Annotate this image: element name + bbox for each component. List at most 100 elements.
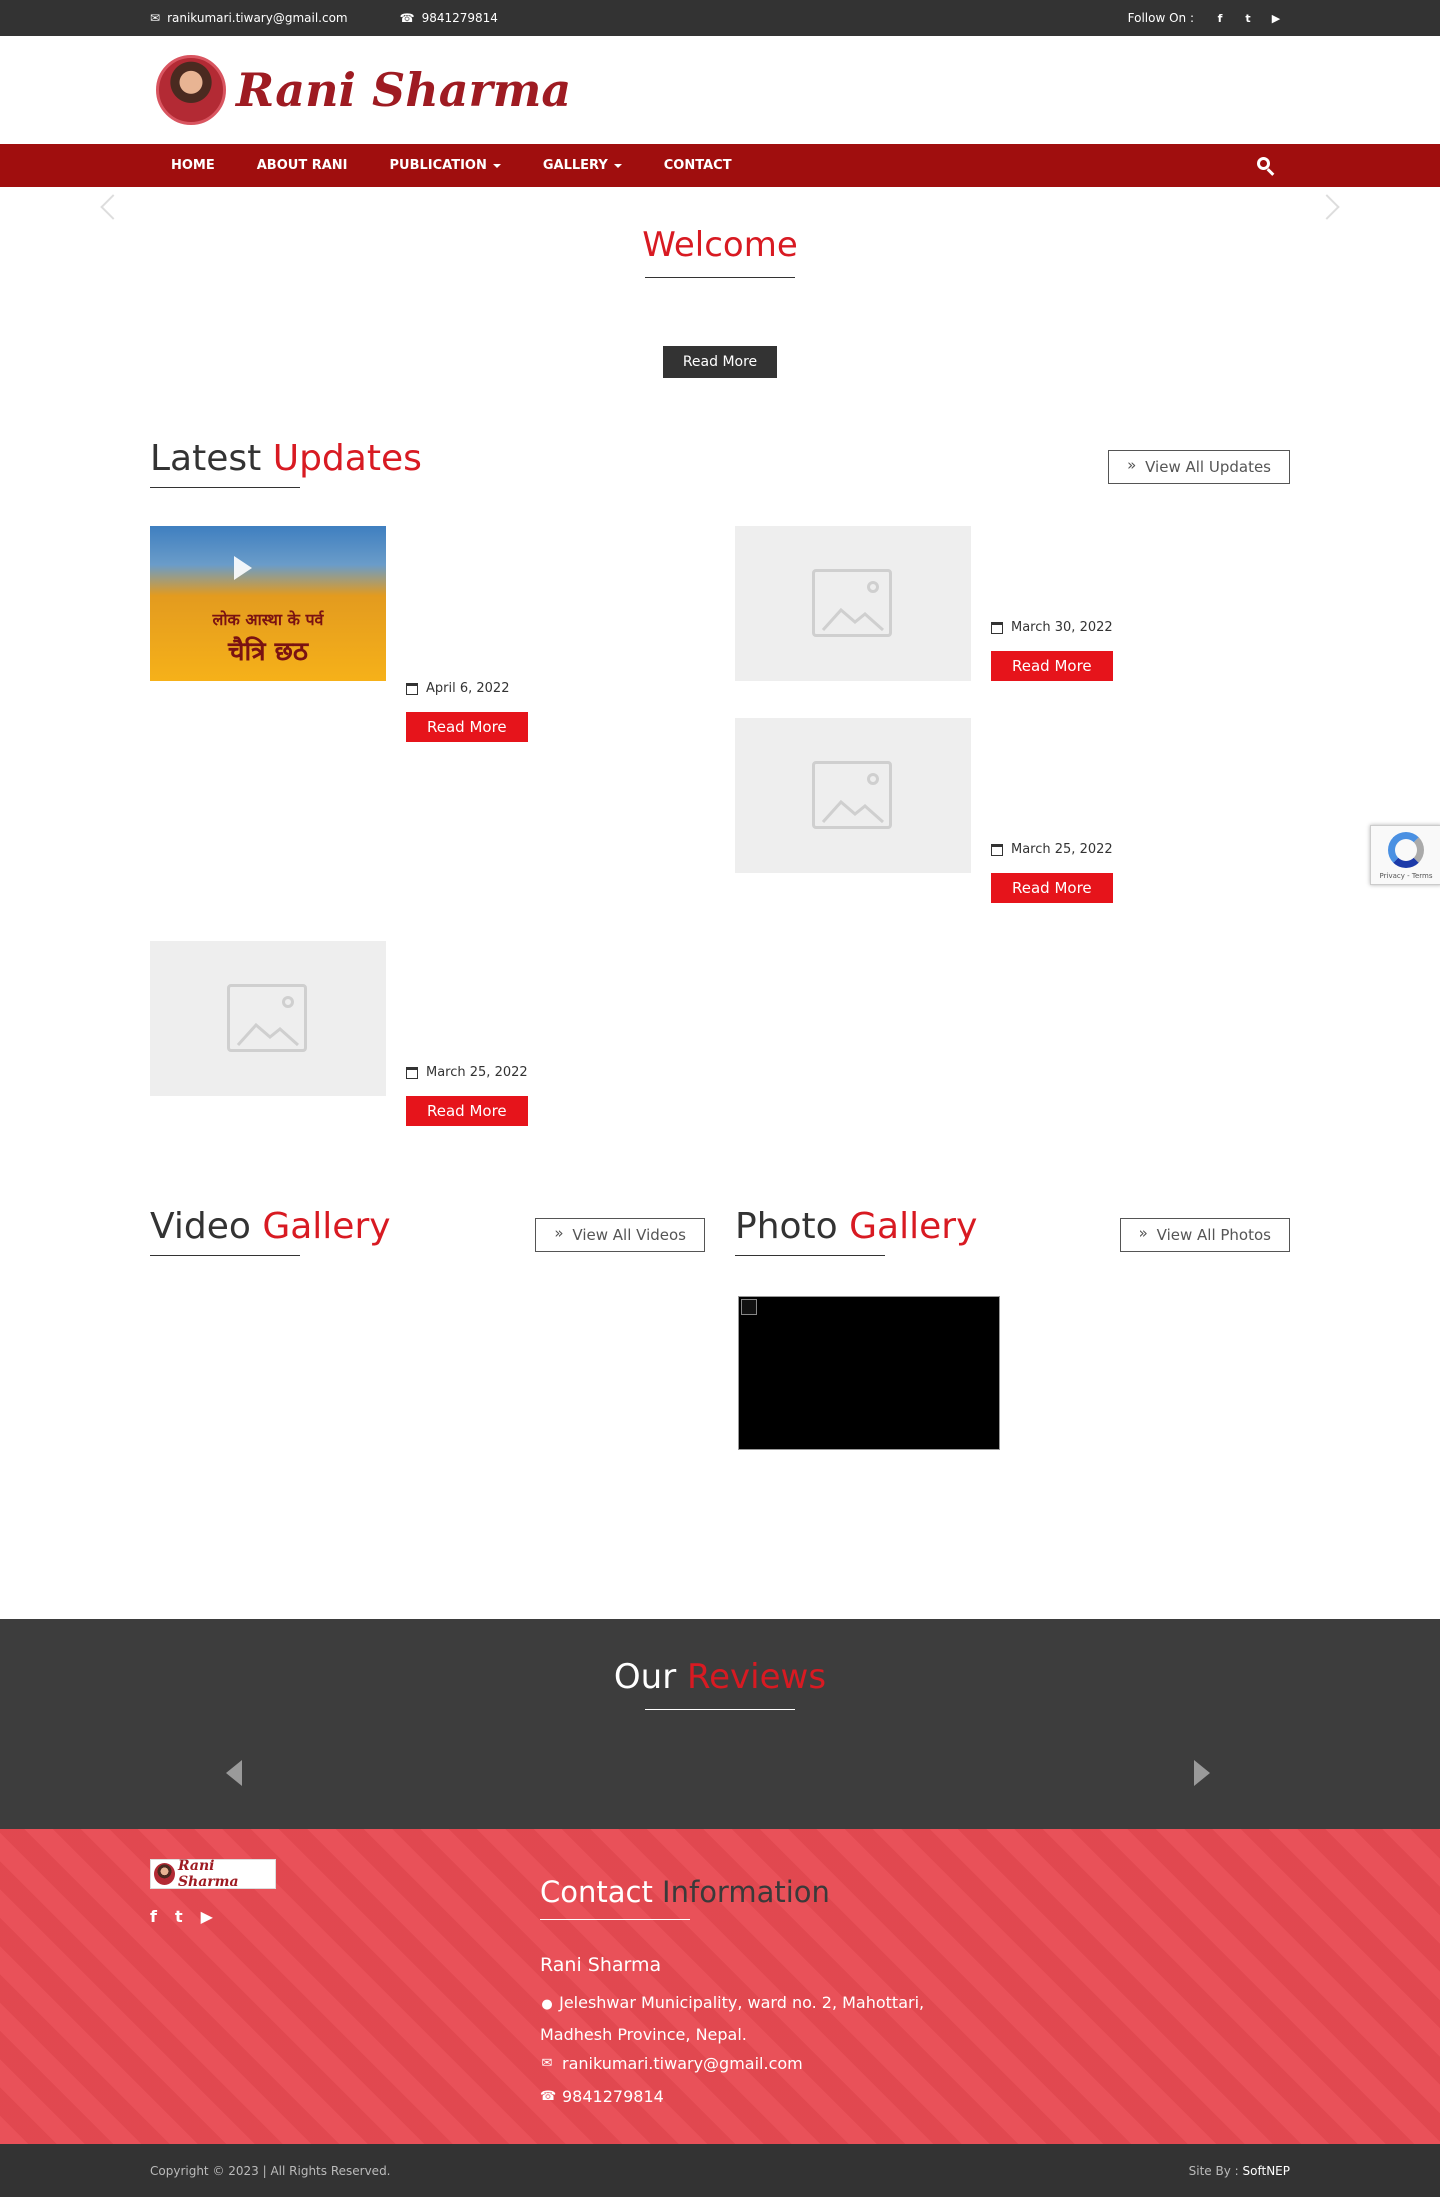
siteby-link[interactable]: SoftNEP [1243, 2164, 1290, 2178]
logo-avatar [156, 55, 226, 125]
nav-home-label: HOME [171, 158, 215, 173]
read-more-button[interactable]: Read More [991, 651, 1113, 681]
galleries-section: Video Gallery View All Videos Photo Gall… [150, 1206, 1290, 1450]
latest-updates-title: Latest Updates [150, 438, 422, 479]
read-more-button[interactable]: Read More [991, 873, 1113, 903]
map-marker-icon: ● [541, 1997, 553, 2012]
footer-social: f t ▶ [150, 1907, 213, 1926]
latest-updates-section: Latest Updates View All Updates लोक आस्थ… [150, 438, 1290, 1450]
title-underline [150, 487, 300, 488]
youtube-icon[interactable]: ▶ [1262, 12, 1290, 25]
follow-label: Follow On : [1127, 11, 1194, 25]
contact-information: Contact Information Rani Sharma ● Jelesh… [540, 1875, 924, 2106]
nav-home[interactable]: HOME [150, 144, 236, 187]
topbar-phone-text: 9841279814 [421, 11, 498, 25]
search-icon[interactable] [1256, 156, 1276, 176]
contact-email[interactable]: ✉ ranikumari.tiwary@gmail.com [540, 2054, 924, 2073]
footer-logo[interactable]: Rani Sharma [150, 1858, 276, 1890]
reviews-section: Our Reviews [0, 1619, 1440, 1829]
calendar-icon [991, 621, 1003, 634]
reviews-title: Our Reviews [613, 1657, 827, 1697]
topbar-phone[interactable]: ☎ 9841279814 [400, 11, 498, 25]
envelope-icon: ✉ [541, 2056, 553, 2071]
update-thumbnail[interactable]: लोक आस्था के पर्व चैत्रि छठ [150, 526, 386, 681]
title-underline [645, 1709, 795, 1710]
nav-about-label: ABOUT RANI [256, 158, 348, 173]
recaptcha-icon [1388, 832, 1424, 868]
update-thumbnail[interactable] [735, 526, 971, 681]
read-more-button[interactable]: Read More [406, 1096, 528, 1126]
update-date: March 25, 2022 [991, 842, 1113, 857]
phone-icon: ☎ [399, 11, 415, 25]
update-date: March 30, 2022 [991, 620, 1113, 635]
facebook-icon[interactable]: f [1206, 12, 1234, 25]
view-all-photos-button[interactable]: View All Photos [1119, 1218, 1290, 1252]
title-underline [645, 277, 795, 278]
copyright-text: Copyright © 2023 | All Rights Reserved. [150, 2163, 391, 2178]
nav-gallery-label: GALLERY [542, 158, 608, 173]
nav-publication[interactable]: PUBLICATION [369, 144, 522, 187]
twitter-icon[interactable]: t [175, 1907, 183, 1926]
updates-list: लोक आस्था के पर्व चैत्रि छठ April 6, 202… [150, 526, 1290, 1194]
nav-contact[interactable]: CONTACT [643, 144, 753, 187]
recaptcha-text: Privacy - Terms [1379, 872, 1433, 880]
chevron-left-icon[interactable] [226, 1760, 242, 1786]
list-item: March 25, 2022 Read More [150, 941, 710, 1171]
calendar-icon [991, 843, 1003, 856]
list-item: लोक आस्था के पर्व चैत्रि छठ April 6, 202… [150, 526, 710, 756]
play-icon [234, 556, 252, 580]
title-underline [735, 1255, 885, 1256]
update-thumbnail[interactable] [735, 718, 971, 873]
topbar-email[interactable]: ✉ ranikumari.tiwary@gmail.com [150, 11, 348, 25]
nav-contact-label: CONTACT [663, 158, 732, 173]
read-more-button[interactable]: Read More [406, 712, 528, 742]
thumbnail-text: चैत्रि छठ [228, 637, 308, 667]
footer-logo-text: Rani Sharma [177, 1858, 239, 1890]
nav-publication-label: PUBLICATION [389, 158, 487, 173]
title-underline [540, 1919, 690, 1920]
nav-about[interactable]: ABOUT RANI [236, 144, 369, 187]
welcome-section: Welcome Read More [0, 187, 1440, 378]
contact-address: ● Jeleshwar Municipality, ward no. 2, Ma… [540, 1988, 924, 2050]
image-placeholder-icon [812, 761, 892, 829]
caret-down-icon [613, 163, 622, 168]
view-all-updates-button[interactable]: View All Updates [1108, 450, 1290, 484]
welcome-title: Welcome [642, 225, 798, 265]
main-nav: HOME ABOUT RANI PUBLICATION GALLERY CONT… [0, 144, 1440, 187]
chevron-right-icon[interactable] [1194, 1760, 1210, 1786]
facebook-icon[interactable]: f [150, 1907, 157, 1926]
list-item: March 25, 2022 Read More [735, 718, 1295, 948]
phone-icon: ☎ [540, 2089, 557, 2104]
nav-gallery[interactable]: GALLERY [522, 144, 643, 187]
photo-gallery: Photo Gallery View All Photos [735, 1206, 1290, 1450]
recaptcha-badge[interactable]: Privacy - Terms [1370, 825, 1440, 885]
contact-name: Rani Sharma [540, 1954, 662, 1976]
logo-text: Rani Sharma [236, 63, 572, 117]
envelope-icon: ✉ [150, 11, 161, 25]
thumbnail-text: लोक आस्था के पर्व [212, 610, 324, 629]
video-gallery: Video Gallery View All Videos [150, 1206, 705, 1450]
title-underline [150, 1255, 300, 1256]
view-all-videos-button[interactable]: View All Videos [535, 1218, 705, 1252]
topbar-email-text: ranikumari.tiwary@gmail.com [167, 11, 348, 25]
image-placeholder-icon [812, 569, 892, 637]
follow-on: Follow On : f t ▶ [1128, 11, 1290, 25]
site-header: Rani Sharma [0, 36, 1440, 144]
bottom-bar: Copyright © 2023 | All Rights Reserved. … [0, 2144, 1440, 2197]
youtube-icon[interactable]: ▶ [201, 1907, 213, 1926]
contact-title: Contact Information [540, 1875, 830, 1909]
update-date: April 6, 2022 [406, 681, 528, 696]
calendar-icon [406, 682, 418, 695]
welcome-read-more-button[interactable]: Read More [662, 346, 778, 378]
update-thumbnail[interactable] [150, 941, 386, 1096]
contact-phone[interactable]: ☎ 9841279814 [540, 2087, 924, 2106]
photo-gallery-title: Photo Gallery [735, 1206, 978, 1247]
broken-image-icon [741, 1299, 757, 1315]
photo-thumbnail[interactable] [738, 1296, 1000, 1450]
site-logo[interactable]: Rani Sharma [156, 55, 571, 125]
image-placeholder-icon [227, 984, 307, 1052]
video-gallery-title: Video Gallery [150, 1206, 391, 1247]
update-date: March 25, 2022 [406, 1065, 528, 1080]
calendar-icon [406, 1066, 418, 1079]
twitter-icon[interactable]: t [1234, 12, 1262, 25]
